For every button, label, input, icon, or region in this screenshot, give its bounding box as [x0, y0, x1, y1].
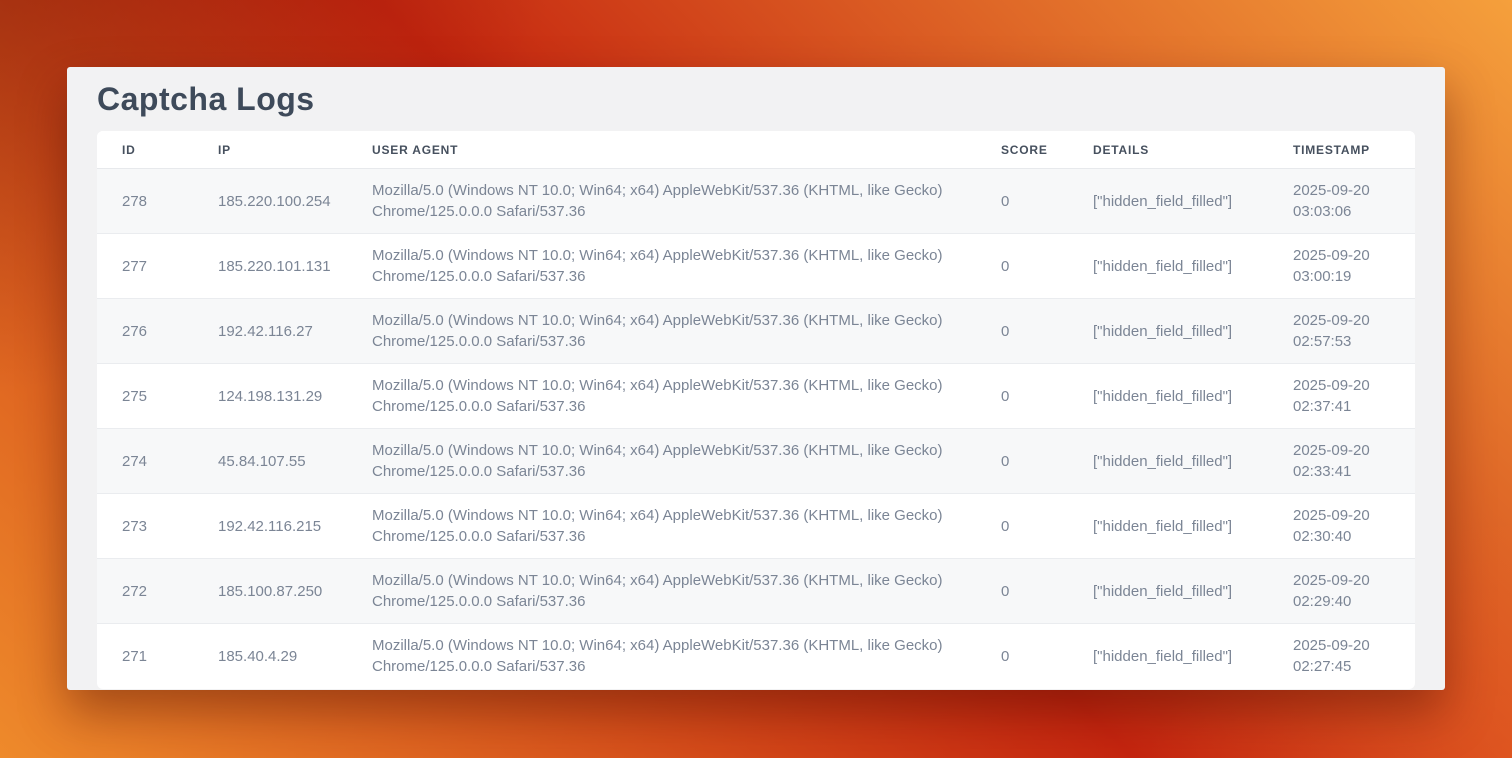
table-row: 276192.42.116.27Mozilla/5.0 (Windows NT …: [97, 299, 1415, 364]
cell-id: 273: [97, 494, 193, 559]
captcha-logs-table: IDIPUSER AGENTSCOREDETAILSTIMESTAMP 2781…: [97, 131, 1415, 689]
cell-ip: 185.220.100.254: [193, 169, 347, 234]
table-row: 271185.40.4.29Mozilla/5.0 (Windows NT 10…: [97, 624, 1415, 689]
cell-user-agent: Mozilla/5.0 (Windows NT 10.0; Win64; x64…: [347, 364, 976, 429]
cell-details: ["hidden_field_filled"]: [1068, 234, 1268, 299]
cell-details: ["hidden_field_filled"]: [1068, 429, 1268, 494]
cell-id: 277: [97, 234, 193, 299]
cell-timestamp: 2025-09-20 02:33:41: [1268, 429, 1415, 494]
cell-id: 271: [97, 624, 193, 689]
cell-user-agent: Mozilla/5.0 (Windows NT 10.0; Win64; x64…: [347, 624, 976, 689]
cell-timestamp: 2025-09-20 03:03:06: [1268, 169, 1415, 234]
cell-details: ["hidden_field_filled"]: [1068, 299, 1268, 364]
cell-id: 274: [97, 429, 193, 494]
column-header-id: ID: [97, 131, 193, 169]
table-row: 278185.220.100.254Mozilla/5.0 (Windows N…: [97, 169, 1415, 234]
cell-details: ["hidden_field_filled"]: [1068, 364, 1268, 429]
cell-id: 276: [97, 299, 193, 364]
table-header-row: IDIPUSER AGENTSCOREDETAILSTIMESTAMP: [97, 131, 1415, 169]
cell-details: ["hidden_field_filled"]: [1068, 494, 1268, 559]
table-row: 27445.84.107.55Mozilla/5.0 (Windows NT 1…: [97, 429, 1415, 494]
cell-details: ["hidden_field_filled"]: [1068, 624, 1268, 689]
cell-user-agent: Mozilla/5.0 (Windows NT 10.0; Win64; x64…: [347, 234, 976, 299]
column-header-timestamp: TIMESTAMP: [1268, 131, 1415, 169]
cell-id: 278: [97, 169, 193, 234]
cell-timestamp: 2025-09-20 03:00:19: [1268, 234, 1415, 299]
captcha-logs-card: Captcha Logs IDIPUSER AGENTSCOREDETAILST…: [67, 67, 1445, 690]
cell-ip: 185.40.4.29: [193, 624, 347, 689]
cell-score: 0: [976, 429, 1068, 494]
table-row: 272185.100.87.250Mozilla/5.0 (Windows NT…: [97, 559, 1415, 624]
cell-timestamp: 2025-09-20 02:27:45: [1268, 624, 1415, 689]
cell-id: 275: [97, 364, 193, 429]
cell-score: 0: [976, 234, 1068, 299]
cell-details: ["hidden_field_filled"]: [1068, 169, 1268, 234]
cell-score: 0: [976, 494, 1068, 559]
page-title: Captcha Logs: [97, 79, 1415, 119]
cell-timestamp: 2025-09-20 02:29:40: [1268, 559, 1415, 624]
cell-timestamp: 2025-09-20 02:30:40: [1268, 494, 1415, 559]
cell-ip: 45.84.107.55: [193, 429, 347, 494]
column-header-details: DETAILS: [1068, 131, 1268, 169]
cell-user-agent: Mozilla/5.0 (Windows NT 10.0; Win64; x64…: [347, 494, 976, 559]
cell-id: 272: [97, 559, 193, 624]
cell-score: 0: [976, 299, 1068, 364]
cell-score: 0: [976, 624, 1068, 689]
cell-timestamp: 2025-09-20 02:37:41: [1268, 364, 1415, 429]
column-header-user-agent: USER AGENT: [347, 131, 976, 169]
cell-details: ["hidden_field_filled"]: [1068, 559, 1268, 624]
table-row: 275124.198.131.29Mozilla/5.0 (Windows NT…: [97, 364, 1415, 429]
cell-user-agent: Mozilla/5.0 (Windows NT 10.0; Win64; x64…: [347, 169, 976, 234]
cell-score: 0: [976, 169, 1068, 234]
cell-user-agent: Mozilla/5.0 (Windows NT 10.0; Win64; x64…: [347, 559, 976, 624]
cell-ip: 192.42.116.215: [193, 494, 347, 559]
cell-score: 0: [976, 364, 1068, 429]
column-header-ip: IP: [193, 131, 347, 169]
cell-timestamp: 2025-09-20 02:57:53: [1268, 299, 1415, 364]
captcha-logs-table-container: IDIPUSER AGENTSCOREDETAILSTIMESTAMP 2781…: [97, 131, 1415, 689]
cell-user-agent: Mozilla/5.0 (Windows NT 10.0; Win64; x64…: [347, 299, 976, 364]
table-row: 273192.42.116.215Mozilla/5.0 (Windows NT…: [97, 494, 1415, 559]
cell-ip: 185.220.101.131: [193, 234, 347, 299]
cell-ip: 124.198.131.29: [193, 364, 347, 429]
column-header-score: SCORE: [976, 131, 1068, 169]
cell-user-agent: Mozilla/5.0 (Windows NT 10.0; Win64; x64…: [347, 429, 976, 494]
cell-ip: 185.100.87.250: [193, 559, 347, 624]
cell-score: 0: [976, 559, 1068, 624]
table-row: 277185.220.101.131Mozilla/5.0 (Windows N…: [97, 234, 1415, 299]
log-table-body: 278185.220.100.254Mozilla/5.0 (Windows N…: [97, 169, 1415, 689]
cell-ip: 192.42.116.27: [193, 299, 347, 364]
